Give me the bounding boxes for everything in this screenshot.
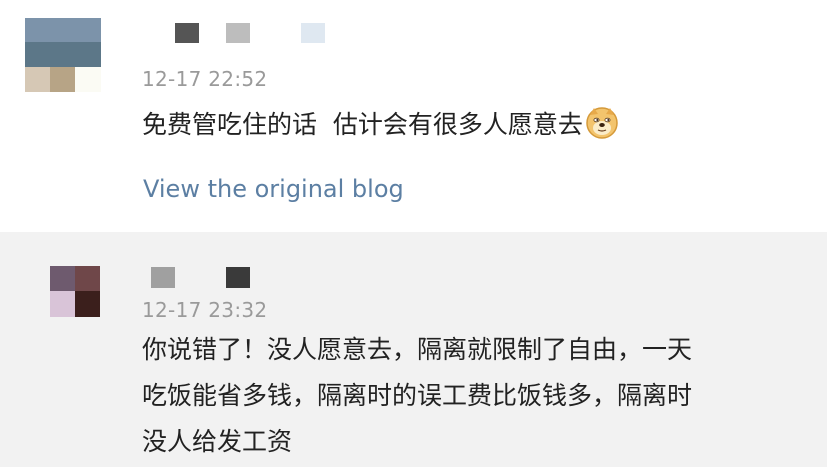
name-blur-block [301,23,325,43]
avatar-pixel [25,67,50,92]
avatar-pixel [50,67,75,92]
name-blur-block [226,23,250,43]
avatar-pixel [25,42,50,67]
avatar-pixel [75,266,100,291]
avatar-pixel [25,18,50,42]
avatar-pixel [75,42,101,67]
view-original-blog-link[interactable]: View the original blog [143,175,404,203]
name-blur-block [175,23,199,43]
avatar-pixel [75,291,100,317]
name-blur-block [151,267,175,288]
comment-text-line: 你说错了！没人愿意去，隔离就限制了自由，一天 [142,335,693,364]
comment-timestamp: 12-17 23:32 [142,298,268,322]
avatar-pixel [75,18,101,42]
avatar-pixel [75,67,101,92]
avatar-pixel [50,291,75,317]
name-blur-block [226,267,250,288]
comment-text: 你说错了！没人愿意去，隔离就限制了自由，一天 吃饭能省多钱，隔离时的误工费比饭钱… [142,327,692,465]
avatar-pixel [50,42,75,67]
comment-text: 免费管吃住的话 估计会有很多人愿意去 [142,110,583,139]
avatar-pixel [50,18,75,42]
comment-timestamp: 12-17 22:52 [142,67,268,91]
comment-text-row: 免费管吃住的话 估计会有很多人愿意去 [142,102,619,154]
comment-item: 12-17 23:32 你说错了！没人愿意去，隔离就限制了自由，一天 吃饭能省多… [0,232,827,467]
comment-item: 12-17 22:52 免费管吃住的话 估计会有很多人愿意去 View the … [0,0,827,232]
comment-text-line: 没人给发工资 [142,427,293,456]
comment-text-line: 吃饭能省多钱，隔离时的误工费比饭钱多，隔离时 [142,381,693,410]
avatar[interactable] [50,266,100,317]
avatar[interactable] [25,18,101,92]
avatar-pixel [50,266,75,291]
doge-emoji-icon [585,105,619,154]
